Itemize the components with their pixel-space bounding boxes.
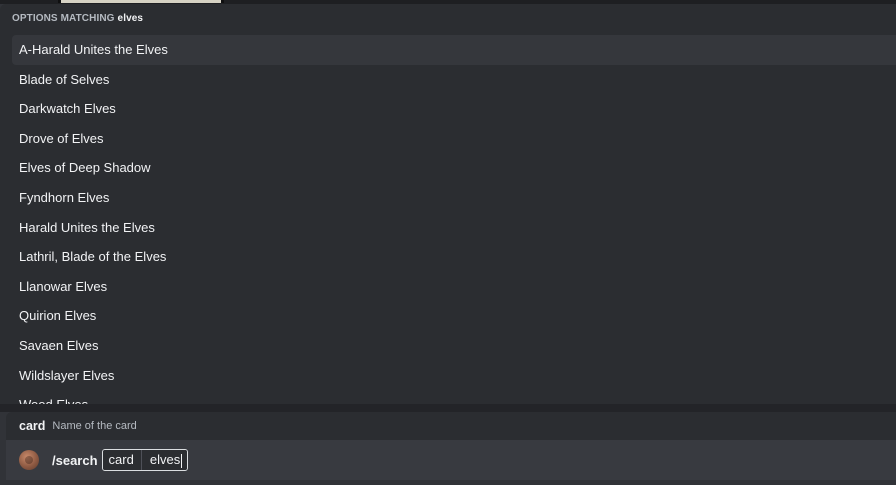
attachment-thumbnail[interactable] [58,0,224,3]
autocomplete-option[interactable]: Wood Elves [12,390,896,404]
command-input-bar[interactable]: /search card elves [6,440,896,480]
command-option-chip[interactable]: card elves [101,449,189,471]
autocomplete-option[interactable]: Blade of Selves [12,65,896,95]
autocomplete-option[interactable]: Fyndhorn Elves [12,183,896,213]
autocomplete-popup: OPTIONS MATCHING elves A-Harald Unites th… [0,4,896,404]
autocomplete-option[interactable]: Llanowar Elves [12,272,896,302]
popup-divider [0,404,896,412]
autocomplete-option[interactable]: Lathril, Blade of the Elves [12,242,896,272]
slash-command-name: /search [52,452,98,468]
option-chip-value-field[interactable]: elves [140,450,188,470]
autocomplete-option[interactable]: Darkwatch Elves [12,94,896,124]
autocomplete-option[interactable]: Harald Unites the Elves [12,213,896,243]
bot-avatar-icon [19,450,39,470]
parameter-description: Name of the card [52,420,137,432]
autocomplete-option[interactable]: Wildslayer Elves [12,361,896,391]
bottom-edge [0,480,896,485]
autocomplete-option-list: A-Harald Unites the Elves Blade of Selve… [12,35,896,404]
autocomplete-option[interactable]: Quirion Elves [12,301,896,331]
autocomplete-option[interactable]: Savaen Elves [12,331,896,361]
autocomplete-header: OPTIONS MATCHING elves [12,13,143,24]
parameter-name: card [19,419,46,433]
option-chip-name: card [102,450,141,470]
autocomplete-query: elves [117,13,144,24]
autocomplete-option[interactable]: A-Harald Unites the Elves [12,35,896,65]
autocomplete-option[interactable]: Drove of Elves [12,124,896,154]
autocomplete-option[interactable]: Elves of Deep Shadow [12,153,896,183]
option-chip-value: elves [149,452,181,467]
autocomplete-header-label: OPTIONS MATCHING [12,13,115,24]
text-cursor [181,453,183,468]
parameter-hint-bar: card Name of the card [6,412,896,440]
